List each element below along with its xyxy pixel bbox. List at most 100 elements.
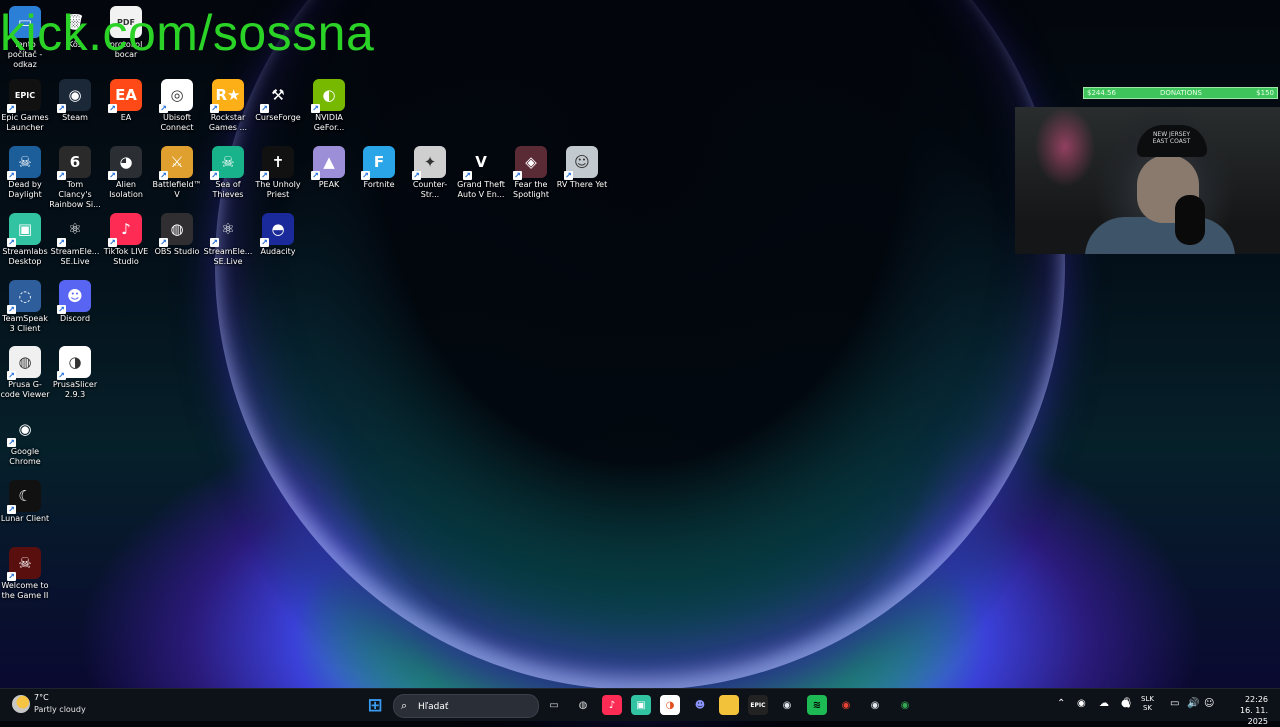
desktop-icon[interactable]: EPIC ↗ Epic Games Launcher — [0, 79, 51, 133]
taskbar: 7°C Partly cloudy ⊞ ▭ ◍ ♪ ▣ ◑ ☻ ▬ EPIC ◉ ≋ ◉ ◉ ◉ ⌕ ⌃ ◉… — [0, 688, 1280, 726]
taskbar-search[interactable]: ⌕ — [393, 694, 539, 718]
desktop-icon[interactable]: ◍ ↗ OBS Studio — [151, 213, 203, 257]
search-input[interactable] — [416, 698, 530, 716]
taskbar-chrome[interactable]: ◉ — [836, 695, 856, 715]
shortcut-arrow-icon: ↗ — [159, 104, 168, 113]
desktop-icon[interactable]: ☺ ↗ RV There Yet — [556, 146, 608, 190]
desktop-icon-label: Epic Games Launcher — [1, 113, 49, 132]
desktop-icon[interactable]: ◑ ↗ PrusaSlicer 2.9.3 — [49, 346, 101, 400]
taskbar-tiktok-live-studio[interactable]: ♪ — [602, 695, 622, 715]
icon-glyph: ☠ — [18, 153, 32, 171]
nvidia-icon: ◐ ↗ — [311, 79, 345, 113]
network-icon[interactable]: ▭ — [1170, 698, 1179, 709]
taskbar-epic-games[interactable]: EPIC — [748, 695, 768, 715]
volume-icon[interactable]: 🔊 — [1187, 698, 1199, 709]
desktop-icon[interactable]: ◓ ↗ Audacity — [252, 213, 304, 257]
start-button[interactable]: ⊞ — [365, 695, 385, 716]
taskbar-steam-2[interactable]: ◉ — [865, 695, 885, 715]
counter-strike-icon: ✦ ↗ — [412, 146, 446, 180]
desktop-icon[interactable]: ◕ ↗ Alien Isolation — [100, 146, 152, 200]
taskbar-prusaslicer[interactable]: ◑ — [660, 695, 680, 715]
icon-glyph: ▣ — [17, 220, 33, 238]
shortcut-arrow-icon: ↗ — [57, 305, 66, 314]
donation-label: DONATIONS — [1160, 89, 1202, 97]
desktop-icon[interactable]: ◐ ↗ NVIDIA GeFor... — [303, 79, 355, 133]
steam-icon: ◉ ↗ — [57, 79, 91, 113]
desktop-icon[interactable]: ◉ ↗ Google Chrome — [0, 413, 51, 467]
taskbar-discord[interactable]: ☻ — [690, 695, 710, 715]
icon-glyph: ◍ — [170, 220, 184, 238]
onedrive-tray-icon[interactable]: ☁ — [1099, 698, 1109, 709]
taskbar-spotify[interactable]: ≋ — [807, 695, 827, 715]
taskbar-file-explorer[interactable]: ▬ — [719, 695, 739, 715]
task-view-button[interactable]: ▭ — [544, 695, 564, 715]
desktop-icon[interactable]: EA ↗ EA — [100, 79, 152, 123]
desktop-icon[interactable]: ✦ ↗ Counter-Str... — [404, 146, 456, 200]
desktop-icon[interactable]: R★ ↗ Rockstar Games ... — [202, 79, 254, 133]
taskbar-clock[interactable]: 22:26 16. 11. 2025 — [1222, 694, 1268, 727]
shortcut-arrow-icon: ↗ — [108, 238, 117, 247]
icon-glyph: ☾ — [18, 487, 32, 505]
desktop-icon[interactable]: ▣ ↗ Streamlabs Desktop — [0, 213, 51, 267]
desktop-icon-label: Fear the Spotlight — [513, 180, 549, 199]
microphone-icon[interactable]: 🎙 — [1121, 698, 1134, 709]
taskbar-obs-studio[interactable]: ◍ — [573, 695, 593, 715]
desktop-icon[interactable]: V ↗ Grand Theft Auto V En... — [455, 146, 507, 200]
shortcut-arrow-icon: ↗ — [57, 171, 66, 180]
ubisoft-icon: ◎ ↗ — [159, 79, 193, 113]
shortcut-arrow-icon: ↗ — [210, 238, 219, 247]
desktop-icon[interactable]: ◈ ↗ Fear the Spotlight — [505, 146, 557, 200]
taskbar-streamlabs[interactable]: ▣ — [631, 695, 651, 715]
desktop-icon-label: Tom Clancy's Rainbow Si... — [49, 180, 101, 209]
desktop-icon[interactable]: ☾ ↗ Lunar Client — [0, 480, 51, 524]
desktop-icon-label: TikTok LIVE Studio — [103, 247, 149, 266]
desktop-icon[interactable]: ⚔ ↗ Battlefield™ V — [151, 146, 203, 200]
desktop-icon[interactable]: F ↗ Fortnite — [353, 146, 405, 190]
icon-glyph: ◎ — [170, 86, 184, 104]
desktop-icon[interactable]: ☻ ↗ Discord — [49, 280, 101, 324]
donation-goal: $150 — [1256, 89, 1274, 97]
desktop-icon-label: Counter-Str... — [412, 180, 448, 199]
desktop-icon[interactable]: ◍ ↗ Prusa G-code Viewer — [0, 346, 51, 400]
shortcut-arrow-icon: ↗ — [159, 171, 168, 180]
taskbar-chrome-2[interactable]: ◉ — [895, 695, 915, 715]
shortcut-arrow-icon: ↗ — [463, 171, 472, 180]
desktop-icon[interactable]: ♪ ↗ TikTok LIVE Studio — [100, 213, 152, 267]
desktop-icon[interactable]: ⚛ ↗ StreamEle... SE.Live — [49, 213, 101, 267]
steam-tray-icon[interactable]: ◉ — [1077, 698, 1086, 709]
notifications-icon[interactable]: ☺ — [1204, 698, 1214, 709]
desktop-icon[interactable]: ☠ ↗ Dead by Daylight — [0, 146, 51, 200]
shortcut-arrow-icon: ↗ — [7, 572, 16, 581]
clock-time: 22:26 — [1244, 695, 1268, 704]
desktop-icon-label: Discord — [59, 314, 91, 323]
desktop-icon[interactable]: ☠ ↗ Sea of Thieves — [202, 146, 254, 200]
shortcut-arrow-icon: ↗ — [260, 104, 269, 113]
shortcut-arrow-icon: ↗ — [361, 171, 370, 180]
battlefield-icon: ⚔ ↗ — [159, 146, 193, 180]
desktop-icon[interactable]: ✝ ↗ The Unholy Priest — [252, 146, 304, 200]
desktop-icon[interactable]: ◎ ↗ Ubisoft Connect — [151, 79, 203, 133]
taskbar-steam[interactable]: ◉ — [777, 695, 797, 715]
desktop-icon-label: Fortnite — [363, 180, 395, 189]
desktop-icon[interactable]: ⚒ ↗ CurseForge — [252, 79, 304, 123]
desktop-icon[interactable]: ⚛ ↗ StreamEle... SE.Live — [202, 213, 254, 267]
shortcut-arrow-icon: ↗ — [57, 238, 66, 247]
shortcut-arrow-icon: ↗ — [210, 171, 219, 180]
desktop-icon[interactable]: ▲ ↗ PEAK — [303, 146, 355, 190]
input-language-indicator[interactable]: SLK SK — [1141, 695, 1154, 713]
desktop-icon-label: Streamlabs Desktop — [2, 247, 48, 266]
fortnite-icon: F ↗ — [361, 146, 395, 180]
shortcut-arrow-icon: ↗ — [311, 104, 320, 113]
show-hidden-icons-chevron-icon[interactable]: ⌃ — [1057, 698, 1065, 709]
desktop-icon[interactable]: ☠ ↗ Welcome to the Game II — [0, 547, 51, 601]
desktop-icon-label: PEAK — [318, 180, 340, 189]
desktop-icon[interactable]: ◉ ↗ Steam — [49, 79, 101, 123]
desktop-icon[interactable]: ◌ ↗ TeamSpeak 3 Client — [0, 280, 51, 334]
icon-glyph: ◌ — [18, 287, 32, 305]
keyboard-layout: SK — [1142, 704, 1152, 712]
desktop-icon[interactable]: 6 ↗ Tom Clancy's Rainbow Si... — [49, 146, 101, 210]
shortcut-arrow-icon: ↗ — [7, 438, 16, 447]
stream-overlay-url: kick.com/sossna — [0, 5, 375, 61]
icon-glyph: F — [373, 153, 385, 171]
peak-icon: ▲ ↗ — [311, 146, 345, 180]
